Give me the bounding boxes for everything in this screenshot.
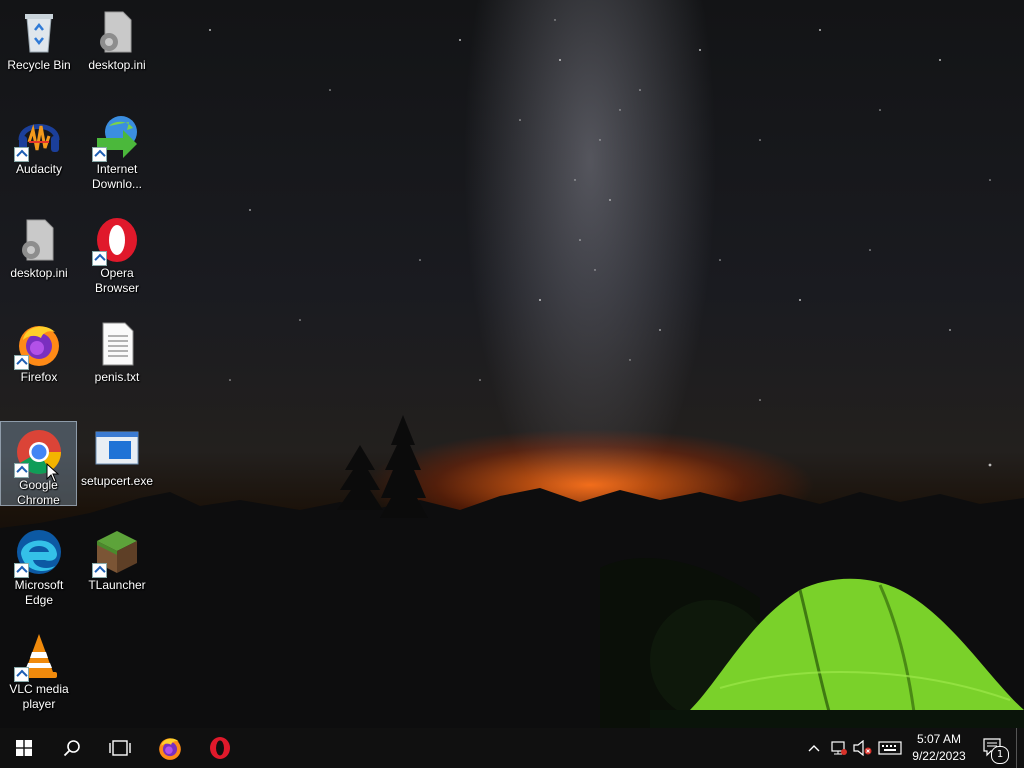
executable-file-icon — [93, 424, 141, 472]
clock-date: 9/22/2023 — [912, 749, 966, 763]
shortcut-arrow-icon — [14, 355, 29, 370]
search-button[interactable] — [48, 728, 96, 768]
taskbar: 5:07 AM 9/22/2023 1 — [0, 728, 1024, 768]
firefox-icon — [14, 320, 63, 370]
windows-logo-icon — [16, 740, 32, 756]
desktop-icon-desktop-ini-2[interactable]: desktop.ini — [80, 2, 154, 82]
volume-button[interactable] — [852, 728, 874, 768]
recycle-bin-icon — [15, 8, 63, 56]
desktop-icon-setupcert-exe[interactable]: setupcert.exe — [80, 418, 154, 498]
desktop-icon-recycle-bin[interactable]: Recycle Bin — [2, 2, 76, 82]
text-file-icon — [93, 320, 141, 368]
settings-file-icon — [93, 8, 141, 56]
desktop-icon-google-chrome[interactable]: Google Chrome — [0, 421, 77, 507]
desktop-icon-label: Audacity — [15, 162, 63, 176]
internet-download-manager-icon — [92, 112, 141, 162]
taskbar-firefox[interactable] — [146, 728, 194, 768]
desktop-icon-label: desktop.ini — [88, 58, 146, 72]
desktop-icon-label: Google Chrome — [17, 478, 60, 507]
taskbar-clock[interactable]: 5:07 AM 9/22/2023 — [905, 731, 973, 765]
desktop-icon-label: VLC media player — [9, 682, 69, 711]
desktop-icon-microsoft-edge[interactable]: Microsoft Edge — [2, 522, 76, 608]
opera-icon — [92, 216, 141, 266]
vlc-icon — [14, 632, 63, 682]
pine-trees — [337, 415, 428, 518]
desktop-icon-penis-txt[interactable]: penis.txt — [80, 314, 154, 394]
desktop-icon-label: Internet Downlo... — [91, 162, 143, 191]
desktop-icon-internet-download-manager[interactable]: Internet Downlo... — [80, 106, 154, 194]
show-desktop-button[interactable] — [1016, 728, 1024, 768]
task-view-icon — [109, 740, 131, 756]
action-center-button[interactable]: 1 — [980, 728, 1009, 768]
edge-icon — [14, 528, 63, 578]
opera-icon — [210, 737, 230, 759]
audacity-icon — [14, 112, 63, 162]
mouse-cursor-icon — [46, 463, 60, 483]
network-status-button[interactable] — [828, 728, 850, 768]
desktop-icon-tlauncher[interactable]: TLauncher — [80, 522, 154, 602]
start-button[interactable] — [0, 728, 48, 768]
notification-badge: 1 — [991, 746, 1009, 764]
shortcut-arrow-icon — [92, 147, 107, 162]
desktop-icon-label: Opera Browser — [94, 266, 139, 295]
keyboard-icon — [878, 741, 902, 755]
glowing-tent — [650, 578, 1024, 728]
show-hidden-icons-button[interactable] — [805, 728, 823, 768]
desktop-icon-desktop-ini[interactable]: desktop.ini — [2, 210, 76, 290]
desktop-icon-label: desktop.ini — [10, 266, 68, 280]
shortcut-arrow-icon — [14, 563, 29, 578]
desktop-icon-firefox[interactable]: Firefox — [2, 314, 76, 394]
desktop-icon-label: setupcert.exe — [80, 474, 154, 488]
taskbar-opera[interactable] — [196, 728, 244, 768]
settings-file-icon — [15, 216, 63, 264]
network-icon — [831, 741, 847, 755]
tlauncher-icon — [92, 528, 141, 578]
desktop-icon-label: Firefox — [20, 370, 58, 384]
search-icon — [63, 740, 80, 757]
shortcut-arrow-icon — [14, 667, 29, 682]
shortcut-arrow-icon — [14, 147, 29, 162]
clock-time: 5:07 AM — [916, 732, 962, 746]
desktop-icon-vlc-media-player[interactable]: VLC media player — [2, 626, 76, 714]
task-view-button[interactable] — [96, 728, 144, 768]
shortcut-arrow-icon — [92, 251, 107, 266]
desktop-icon-label: Microsoft Edge — [14, 578, 64, 607]
shortcut-arrow-icon — [13, 463, 29, 478]
desktop-icon-label: penis.txt — [94, 370, 140, 384]
desktop-icon-opera-browser[interactable]: Opera Browser — [80, 210, 154, 298]
volume-muted-icon — [853, 740, 872, 756]
shortcut-arrow-icon — [92, 563, 107, 578]
desktop-icon-label: TLauncher — [88, 578, 146, 592]
touch-keyboard-button[interactable] — [876, 728, 904, 768]
chevron-up-icon — [808, 745, 820, 752]
firefox-icon — [159, 738, 181, 760]
desktop-icon-label: Recycle Bin — [7, 58, 71, 72]
desktop-icon-audacity[interactable]: Audacity — [2, 106, 76, 194]
